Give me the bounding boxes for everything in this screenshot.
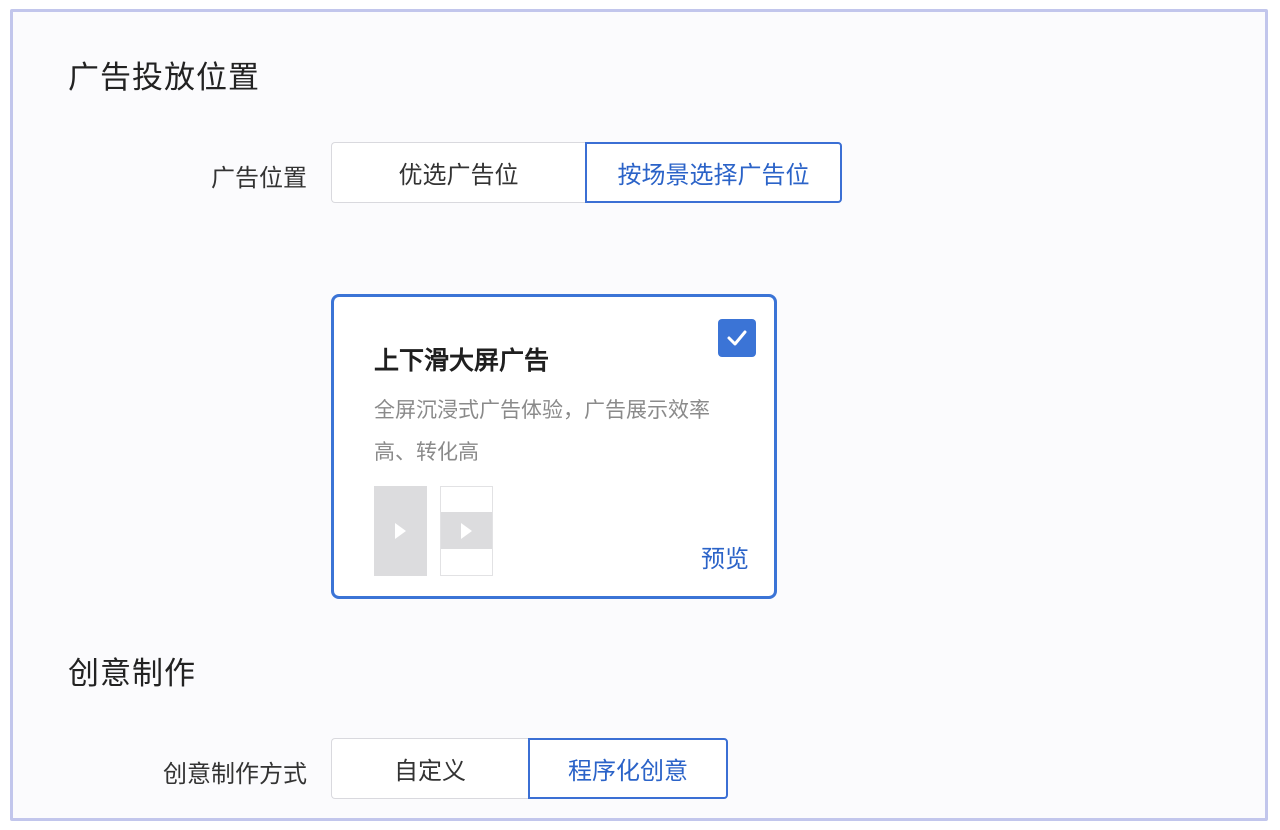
creative-method-segmented-control: 自定义 程序化创意 [331,738,728,799]
option-programmatic-creative[interactable]: 程序化创意 [528,738,728,799]
card-description: 全屏沉浸式广告体验，广告展示效率高、转化高 [374,398,710,464]
play-icon [395,523,406,539]
ad-position-segmented-control: 优选广告位 按场景选择广告位 [331,142,842,203]
option-custom[interactable]: 自定义 [331,738,528,799]
content-panel: 广告投放位置 广告位置 优选广告位 按场景选择广告位 上下滑大屏广告 全屏沉浸式… [10,9,1268,821]
ad-position-label: 广告位置 [211,164,307,192]
play-icon [461,522,472,539]
option-preferred-placement[interactable]: 优选广告位 [331,142,585,203]
feed-preview-thumbnail [440,486,493,576]
checkmark-icon[interactable] [718,319,756,357]
creative-method-label: 创意制作方式 [163,760,307,788]
card-title: 上下滑大屏广告 [374,346,550,375]
placement-card-fullscreen-feed[interactable]: 上下滑大屏广告 全屏沉浸式广告体验，广告展示效率高、转化高 预览 [331,294,777,599]
option-select-by-scene[interactable]: 按场景选择广告位 [585,142,842,203]
preview-link[interactable]: 预览 [701,539,749,574]
fullscreen-preview-thumbnail [374,486,427,576]
section-title-placement: 广告投放位置 [68,60,260,96]
section-title-creative: 创意制作 [68,656,196,692]
